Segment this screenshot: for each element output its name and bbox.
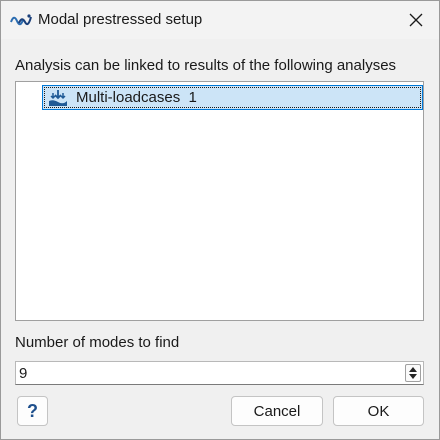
list-item-label: Multi-loadcases 1 (76, 89, 197, 106)
list-item-multi-loadcases[interactable]: Multi-loadcases 1 (42, 85, 423, 110)
close-button[interactable] (403, 7, 429, 33)
modes-spinbox[interactable]: 9 (15, 361, 424, 385)
analyses-list[interactable]: Multi-loadcases 1 (15, 81, 424, 321)
close-icon (409, 13, 423, 27)
loadcase-icon (49, 89, 67, 106)
title-bar[interactable]: Modal prestressed setup (1, 1, 439, 39)
analyses-label: Analysis can be linked to results of the… (15, 57, 397, 74)
waveform-logo-icon (10, 14, 32, 26)
spin-up-icon[interactable] (409, 367, 417, 372)
modes-label: Number of modes to find (15, 334, 180, 351)
modal-prestressed-setup-dialog: Modal prestressed setup Analysis can be … (0, 0, 440, 440)
modes-value[interactable]: 9 (19, 365, 27, 382)
cancel-button[interactable]: Cancel (231, 396, 323, 426)
spin-down-icon[interactable] (409, 374, 417, 379)
window-title: Modal prestressed setup (38, 11, 203, 28)
help-icon: ? (27, 400, 38, 421)
ok-button[interactable]: OK (333, 396, 424, 426)
help-button[interactable]: ? (17, 396, 48, 426)
spin-arrows[interactable] (405, 364, 421, 382)
